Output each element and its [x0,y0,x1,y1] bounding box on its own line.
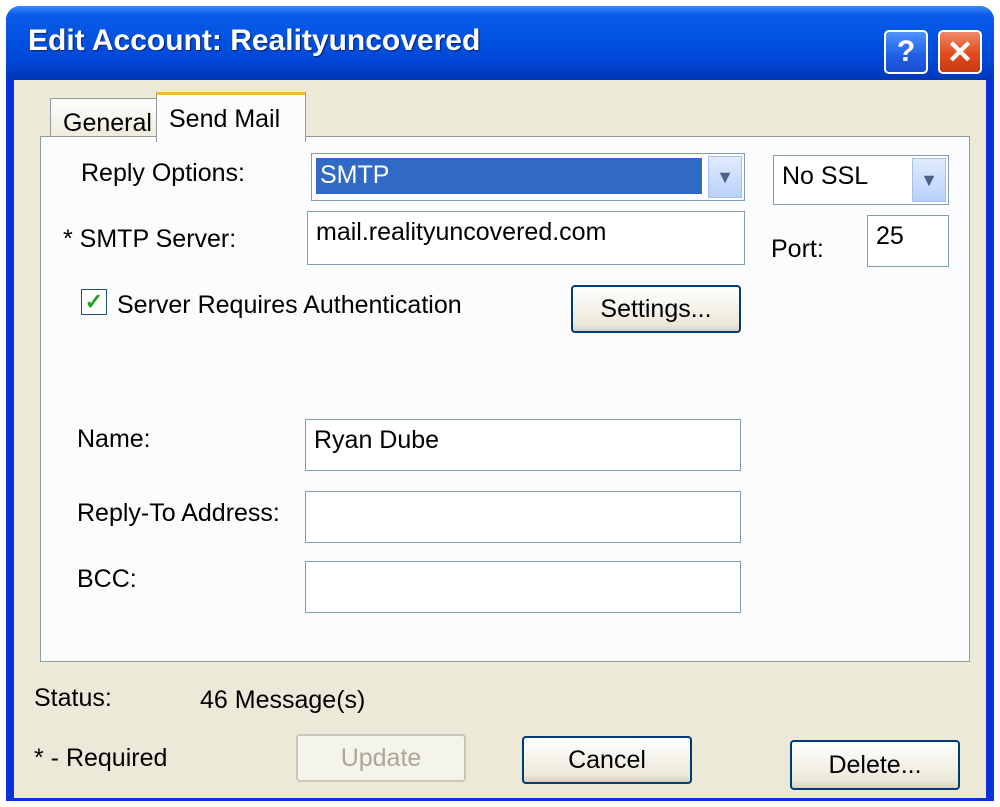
send-mail-panel: Reply Options: SMTP ▼ No SSL ▼ * SMTP Se… [40,136,970,662]
port-input[interactable]: 25 [867,215,949,267]
help-icon: ? [896,35,916,68]
title-bar[interactable]: Edit Account: Realityuncovered ? ✕ [6,6,994,80]
chevron-down-icon[interactable]: ▼ [912,158,946,202]
bcc-label: BCC: [77,565,137,593]
ssl-selected-value: No SSL [782,162,869,190]
edit-account-window: Edit Account: Realityuncovered ? ✕ Gener… [6,6,994,801]
reply-to-input[interactable] [305,491,741,543]
status-label: Status: [34,684,112,712]
chevron-down-icon[interactable]: ▼ [708,156,742,198]
close-button[interactable]: ✕ [938,30,982,74]
status-value: 46 Message(s) [200,686,366,714]
required-note: * - Required [34,744,168,772]
ssl-select[interactable]: No SSL ▼ [773,155,949,205]
checkmark-icon: ✓ [84,289,104,314]
auth-checkbox[interactable]: ✓ [81,289,107,315]
smtp-server-input[interactable]: mail.realityuncovered.com [307,211,745,265]
reply-to-label: Reply-To Address: [77,499,280,527]
window-title: Edit Account: Realityuncovered [28,24,481,57]
name-label: Name: [77,425,151,453]
dialog-client-area: General Send Mail Reply Options: SMTP ▼ … [14,80,986,798]
update-button[interactable]: Update [296,734,466,782]
cancel-button[interactable]: Cancel [522,736,692,784]
auth-label[interactable]: Server Requires Authentication [117,291,462,320]
tab-send-mail[interactable]: Send Mail [156,92,306,142]
reply-options-label: Reply Options: [81,159,245,187]
port-label: Port: [771,235,824,263]
reply-options-selected-value: SMTP [316,158,702,194]
delete-button[interactable]: Delete... [790,740,960,790]
settings-button[interactable]: Settings... [571,285,741,333]
tab-general[interactable]: General [50,98,158,140]
bcc-input[interactable] [305,561,741,613]
close-icon: ✕ [946,34,974,70]
smtp-server-label: * SMTP Server: [63,225,237,253]
help-button[interactable]: ? [884,30,928,74]
reply-options-select[interactable]: SMTP ▼ [311,153,745,201]
name-input[interactable]: Ryan Dube [305,419,741,471]
